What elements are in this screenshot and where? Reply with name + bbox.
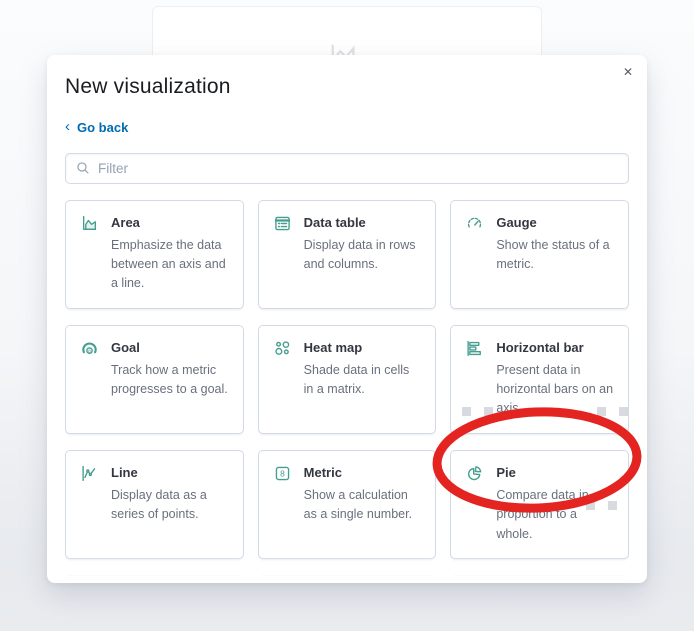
card-description: Display data as a series of points.: [111, 487, 207, 522]
checker-artifact: [586, 501, 595, 510]
go-back-link[interactable]: ‹ Go back: [65, 117, 129, 136]
card-title: Area: [111, 214, 140, 230]
visualization-card-horizontal-bar[interactable]: Horizontal bar Present data in horizonta…: [450, 324, 629, 434]
goal-icon: 8: [81, 339, 99, 357]
visualization-card-gauge[interactable]: Gauge Show the status of a metric.: [450, 199, 629, 309]
card-title: Gauge: [496, 214, 537, 230]
gauge-icon: [466, 214, 484, 232]
visualization-card-grid: Area Emphasize the data between an axis …: [65, 199, 629, 583]
card-description: Shade data in cells in a matrix.: [303, 362, 410, 396]
chevron-left-icon: ‹: [65, 117, 70, 135]
visualization-card-timelion[interactable]: Timelion Show time series data on a grap…: [257, 574, 437, 583]
pie-chart-icon: [466, 464, 484, 482]
svg-text:8: 8: [280, 468, 285, 478]
card-title: Horizontal bar: [496, 339, 584, 355]
visualization-card-line[interactable]: Line Display data as a series of points.: [65, 449, 244, 559]
area-chart-icon: [81, 214, 99, 232]
checker-artifact: [484, 407, 493, 416]
checker-artifact: [619, 407, 628, 416]
heat-map-icon: [274, 339, 292, 357]
card-description: Show the status of a metric.: [496, 237, 610, 271]
page-title: New visualization: [65, 75, 231, 98]
checker-artifact: [462, 407, 471, 416]
card-description: Show a calculation as a single number.: [303, 487, 413, 522]
filter-search-box[interactable]: [65, 152, 629, 184]
visualization-card-metric[interactable]: 8 Metric Show a calculation as a single …: [257, 449, 437, 559]
card-title: Metric: [303, 464, 342, 480]
card-description: Track how a metric progresses to a goal.: [111, 362, 228, 396]
card-title: Goal: [111, 339, 140, 355]
visualization-card-pie[interactable]: Pie Compare data in proportion to a whol…: [450, 449, 629, 559]
visualization-card-vertical-bar[interactable]: Vertical bar Present data in vertical ba…: [450, 574, 629, 583]
svg-text:8: 8: [88, 348, 91, 354]
card-description: Compare data in proportion to a whole.: [496, 487, 589, 541]
checker-artifact: [597, 407, 606, 416]
horizontal-bar-icon: [466, 339, 484, 357]
new-visualization-modal: ✕ New visualization ‹ Go back Area Empha…: [47, 55, 647, 583]
data-table-icon: [274, 214, 292, 232]
go-back-label: Go back: [77, 120, 129, 135]
visualization-card-data-table[interactable]: Data table Display data in rows and colu…: [257, 199, 437, 309]
card-title: Data table: [303, 214, 366, 230]
card-title: Heat map: [303, 339, 363, 355]
checker-artifact: [608, 501, 617, 510]
close-icon[interactable]: ✕: [617, 61, 639, 83]
visualization-card-goal[interactable]: 8 Goal Track how a metric progresses to …: [65, 324, 244, 434]
card-title: Pie: [496, 464, 516, 480]
visualization-card-area[interactable]: Area Emphasize the data between an axis …: [65, 199, 244, 309]
card-description: Display data in rows and columns.: [303, 237, 416, 271]
card-description: Emphasize the data between an axis and a…: [111, 237, 226, 291]
line-chart-icon: [81, 464, 99, 482]
visualization-card-tag-cloud[interactable]: Tag cloud Display word frequency with fo…: [65, 574, 244, 583]
visualization-card-heat-map[interactable]: Heat map Shade data in cells in a matrix…: [257, 324, 437, 434]
search-icon: [76, 161, 90, 175]
filter-input[interactable]: [98, 160, 618, 176]
metric-icon: 8: [274, 464, 292, 482]
card-title: Line: [111, 464, 138, 480]
